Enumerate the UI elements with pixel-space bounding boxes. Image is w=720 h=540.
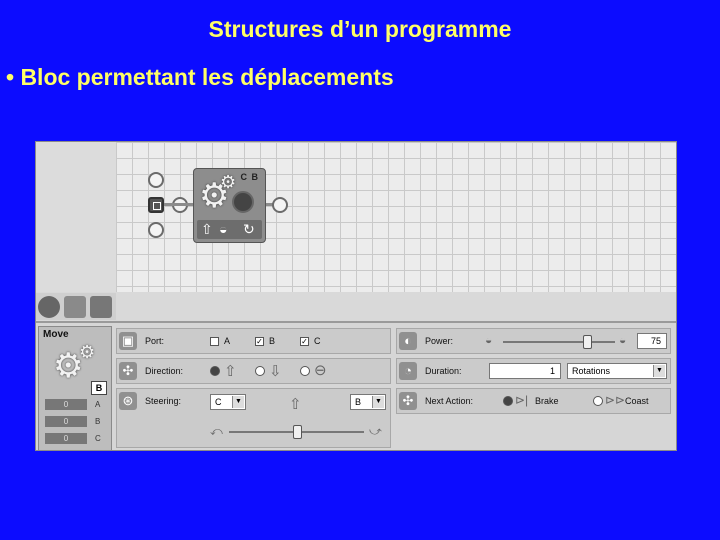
- port-icon: ▣: [119, 332, 137, 350]
- duration-label: Duration:: [425, 366, 462, 376]
- sequence-beam: [164, 203, 194, 206]
- common-palette-icon[interactable]: [38, 296, 60, 318]
- power-slider-track[interactable]: [503, 341, 615, 343]
- direction-setting-row: ✣ Direction: ⇧ ⇩ ⊖: [116, 358, 391, 384]
- feedback-port: A: [95, 400, 101, 409]
- rotation-icon: ↻: [243, 221, 255, 237]
- backward-arrow-icon: ⇩: [269, 363, 282, 380]
- coast-radio[interactable]: [593, 396, 603, 406]
- port-setting-row: ▣ Port: A ✓ B ✓ C: [116, 328, 391, 354]
- block-settings-bar: ⇧ ◒ ↻: [197, 220, 262, 239]
- brake-label: Brake: [535, 396, 559, 406]
- steering-left-port-value: C: [215, 397, 222, 407]
- duration-setting-row: ◔ Duration: 1 Rotations ▼: [396, 358, 671, 384]
- power-value-input[interactable]: 75: [637, 333, 667, 349]
- block-ports-label: C B: [240, 172, 259, 182]
- next-action-icon: ✣: [399, 392, 417, 410]
- port-a-checkbox[interactable]: [210, 337, 219, 346]
- steering-setting-row: ⊛ Steering: C ▼ ⇧ B ▼ ⤺ ⤻: [116, 388, 391, 448]
- duration-icon: ◔: [399, 362, 417, 380]
- steering-label: Steering:: [145, 396, 182, 406]
- power-label: Power:: [425, 336, 454, 346]
- sequence-plug-bottom[interactable]: [148, 222, 164, 238]
- direction-icon: ✣: [119, 362, 137, 380]
- steering-icon: ⊛: [119, 392, 137, 410]
- move-block-summary: Move ⚙ ⚙ B 0 A 0 B 0 C: [38, 326, 112, 450]
- steering-right-port-select[interactable]: B ▼: [350, 394, 386, 410]
- steering-left-port-select[interactable]: C ▼: [210, 394, 246, 410]
- move-block[interactable]: C B ⚙ ⚙ ⇧ ◒ ↻: [193, 168, 266, 243]
- chevron-down-icon: ▼: [232, 396, 244, 408]
- slide-title: Structures d’un programme: [208, 16, 512, 42]
- steering-slider-knob[interactable]: [292, 425, 302, 439]
- start-point-icon[interactable]: [148, 197, 164, 213]
- move-small-gear-icon: ⚙: [79, 342, 96, 362]
- sequence-plug-end[interactable]: [272, 197, 288, 213]
- steering-right-port-value: B: [355, 397, 362, 407]
- motor-hub-icon: [232, 191, 254, 213]
- program-start-area: [36, 142, 117, 292]
- direction-up-icon: ⇧: [201, 221, 213, 237]
- duration-value-input[interactable]: 1: [489, 363, 561, 379]
- power-icon: ◐: [399, 332, 417, 350]
- nxt-software-screenshot: C B ⚙ ⚙ ⇧ ◒ ↻ Move ⚙ ⚙ B 0 A 0 B 0 C ▣ P…: [35, 141, 677, 451]
- feedback-row: 0 B: [45, 416, 107, 427]
- direction-backward-radio[interactable]: [255, 366, 265, 376]
- slide-bullet: • Bloc permettant les déplacements: [6, 64, 394, 90]
- chevron-down-icon: ▼: [372, 396, 384, 408]
- feedback-value: 0: [45, 416, 87, 427]
- sequence-plug-top[interactable]: [148, 172, 164, 188]
- steering-direction-icon: ⇧: [289, 396, 302, 413]
- feedback-value: 0: [45, 399, 87, 410]
- duration-unit-select[interactable]: Rotations ▼: [567, 363, 667, 379]
- steer-right-icon: ⤻: [369, 424, 382, 438]
- complete-palette-icon[interactable]: [64, 296, 86, 318]
- feedback-value: 0: [45, 433, 87, 444]
- port-a-label: A: [224, 336, 231, 346]
- duration-unit-value: Rotations: [572, 366, 611, 376]
- direction-forward-radio[interactable]: [210, 366, 220, 376]
- direction-stop-radio[interactable]: [300, 366, 310, 376]
- port-b-label: B: [269, 336, 276, 346]
- next-action-setting-row: ✣ Next Action: ⊳| Brake ⊳⊳ Coast: [396, 388, 671, 414]
- chevron-down-icon: ▼: [653, 365, 665, 377]
- configuration-panel: Move ⚙ ⚙ B 0 A 0 B 0 C ▣ Port: A ✓ B ✓ C…: [36, 321, 676, 450]
- steer-left-icon: ⤺: [210, 424, 223, 438]
- custom-palette-icon[interactable]: [90, 296, 112, 318]
- port-c-checkbox[interactable]: ✓: [300, 337, 309, 346]
- coast-label: Coast: [625, 396, 649, 406]
- power-gauge-icon: ◒: [219, 221, 228, 237]
- stop-icon: ⊖: [314, 362, 327, 379]
- block-palette-tabs: [36, 293, 116, 320]
- feedback-row: 0 C: [45, 433, 107, 444]
- port-b-checkbox[interactable]: ✓: [255, 337, 264, 346]
- power-low-icon: ◒: [485, 333, 493, 347]
- brake-radio[interactable]: [503, 396, 513, 406]
- power-high-icon: ◒: [619, 333, 627, 347]
- coast-icon: ⊳⊳: [605, 393, 626, 407]
- port-c-label: C: [314, 336, 321, 346]
- power-slider-knob[interactable]: [583, 335, 592, 349]
- move-label: Move: [43, 329, 69, 340]
- small-gear-icon: ⚙: [220, 172, 237, 192]
- next-action-label: Next Action:: [425, 396, 474, 406]
- feedback-row: 0 A: [45, 399, 107, 410]
- forward-arrow-icon: ⇧: [224, 363, 237, 380]
- feedback-port: C: [95, 434, 101, 443]
- feedback-port: B: [95, 417, 101, 426]
- brake-icon: ⊳|: [515, 393, 529, 407]
- power-setting-row: ◐ Power: ◒ ◒ 75: [396, 328, 671, 354]
- selected-ports-chip: B: [91, 381, 107, 395]
- port-label: Port:: [145, 336, 165, 346]
- direction-label: Direction:: [145, 366, 184, 376]
